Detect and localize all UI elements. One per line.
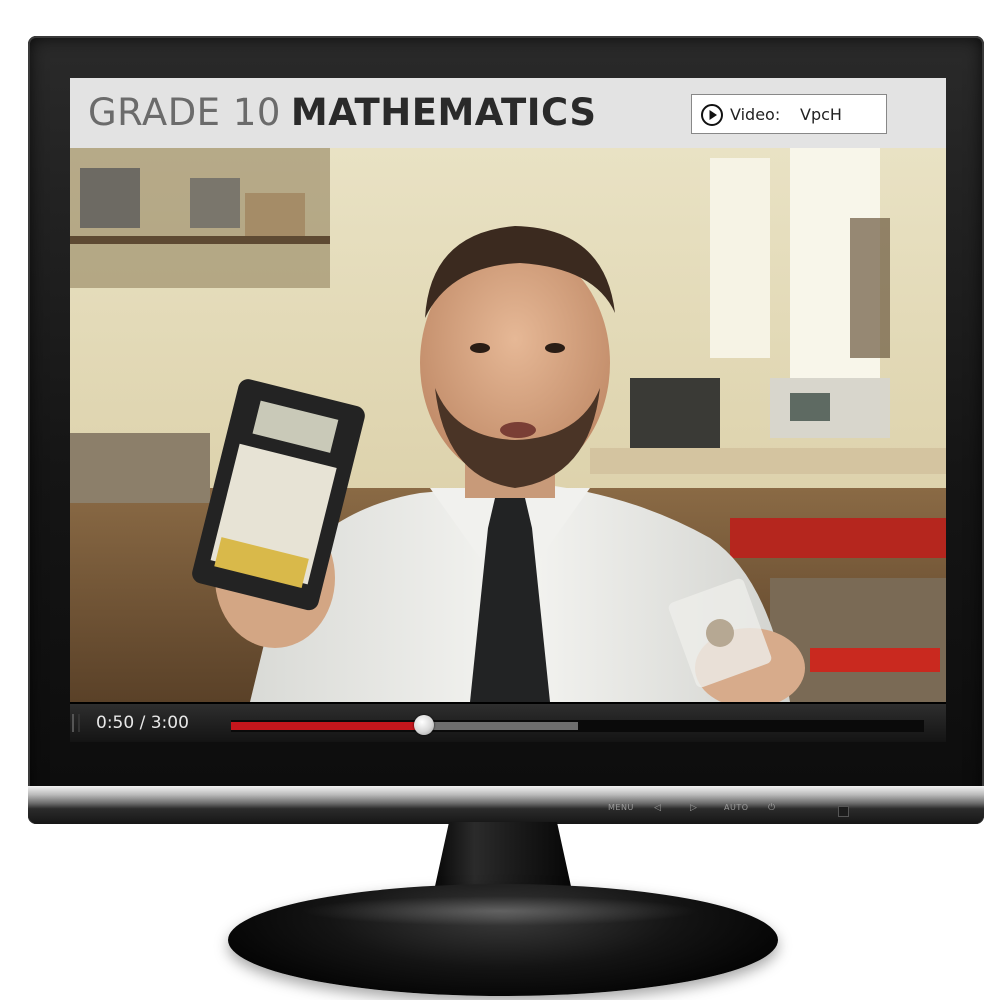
- video-player-frame[interactable]: [70, 148, 946, 702]
- monitor-left-button[interactable]: ◁: [654, 803, 661, 813]
- monitor-stand-highlight: [300, 896, 700, 926]
- progress-scrubber-handle[interactable]: [413, 715, 434, 735]
- course-grade: GRADE 10: [88, 91, 281, 134]
- video-code: VpcH: [800, 105, 842, 124]
- monitor-auto-button[interactable]: AUTO: [724, 803, 749, 812]
- video-code-badge[interactable]: Video: VpcH: [691, 94, 887, 134]
- course-subject: MATHEMATICS: [290, 91, 597, 134]
- video-still-presenter: [70, 148, 946, 702]
- player-left-edge: [72, 714, 80, 732]
- progress-bar[interactable]: [231, 715, 924, 735]
- lesson-header: GRADE 10 MATHEMATICS Video: VpcH: [70, 78, 946, 148]
- monitor-menu-button[interactable]: MENU: [608, 803, 634, 812]
- monitor-buttons: MENU ◁ ▷ AUTO ⏻: [600, 803, 920, 819]
- monitor-right-button[interactable]: ▷: [690, 803, 697, 813]
- video-badge-label: Video:: [730, 105, 781, 124]
- monitor-screen: GRADE 10 MATHEMATICS Video: VpcH 0:50 / …: [70, 78, 946, 742]
- monitor-power-button[interactable]: ⏻: [768, 803, 776, 813]
- page-title: GRADE 10 MATHEMATICS: [88, 90, 597, 136]
- player-controls: 0:50 / 3:00: [70, 704, 946, 742]
- power-led-icon: [838, 806, 849, 817]
- time-display: 0:50 / 3:00: [96, 713, 189, 733]
- progress-played: [231, 722, 424, 730]
- play-circle-icon: [701, 104, 723, 126]
